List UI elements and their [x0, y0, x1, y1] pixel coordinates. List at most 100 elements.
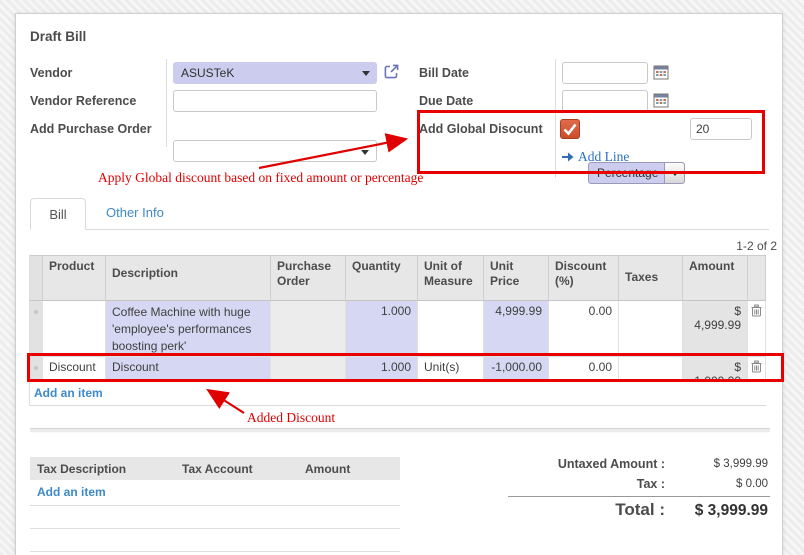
add-line-link[interactable]: Add Line	[562, 149, 629, 165]
tax-table-header-row: Tax Description Tax Account Amount	[30, 457, 400, 480]
open-vendor-record-button[interactable]	[382, 62, 401, 84]
untaxed-amount-value: $ 3,999.99	[714, 458, 768, 470]
totals-divider	[508, 496, 770, 497]
bill-date-label: Bill Date	[419, 66, 469, 80]
global-discount-annotation: Apply Global discount based on fixed amo…	[98, 170, 423, 186]
header-unit-price: Unit Price	[484, 256, 549, 301]
cell-amount[interactable]: $ -1,000.00	[683, 357, 748, 382]
delete-line-button[interactable]	[748, 301, 766, 357]
add-an-item-link[interactable]: Add an item	[37, 485, 106, 499]
bill-add-item-row: Add an item	[30, 382, 766, 406]
arrow-right-icon	[562, 152, 574, 162]
discount-type-value: Percentage	[597, 166, 658, 180]
tab-other-info[interactable]: Other Info	[86, 197, 184, 229]
draft-bill-page: Draft Bill Vendor Vendor Reference Add P…	[0, 0, 804, 555]
vendor-select-value: ASUSTeK	[181, 66, 234, 80]
cell-unit-price[interactable]: -1,000.00	[484, 357, 549, 382]
calendar-icon	[653, 64, 669, 80]
form-separator-right	[555, 59, 556, 178]
header-unit-of-measure: Unit of Measure	[418, 256, 484, 301]
header-delete-cell	[748, 256, 766, 301]
checkbox-check-icon	[561, 120, 579, 138]
row-handle[interactable]	[30, 301, 43, 357]
list-pager[interactable]: 1-2 of 2	[736, 239, 777, 253]
header-quantity: Quantity	[346, 256, 418, 301]
tax-empty-row	[30, 506, 400, 529]
add-line-label: Add Line	[578, 149, 629, 165]
cell-unit-of-measure[interactable]: Unit(s)	[418, 357, 484, 382]
cell-product[interactable]	[43, 301, 106, 357]
chevron-down-icon	[362, 71, 370, 76]
header-handle-cell	[30, 256, 43, 301]
trash-icon	[751, 304, 762, 317]
row-handle-icon	[34, 310, 38, 314]
cell-quantity[interactable]: 1.000	[346, 357, 418, 382]
tax-total-value: $ 0.00	[736, 478, 768, 490]
cell-taxes[interactable]	[619, 301, 683, 357]
total-value: $ 3,999.99	[695, 502, 768, 520]
header-discount: Discount (%)	[549, 256, 619, 301]
header-purchase-order: Purchase Order	[271, 256, 346, 301]
calendar-icon	[653, 92, 669, 108]
section-separator	[30, 428, 770, 433]
cell-discount[interactable]: 0.00	[549, 301, 619, 357]
header-tax-description: Tax Description	[30, 462, 175, 476]
cell-quantity[interactable]: 1.000	[346, 301, 418, 357]
vendor-reference-label: Vendor Reference	[30, 94, 136, 108]
add-purchase-order-select[interactable]	[173, 140, 377, 162]
header-tax-amount: Amount	[298, 462, 400, 476]
global-discount-checkbox[interactable]	[560, 119, 580, 139]
tax-add-item-row: Add an item	[30, 480, 400, 506]
row-handle-icon	[34, 366, 38, 370]
chevron-down-icon	[671, 171, 679, 176]
due-date-label: Due Date	[419, 94, 473, 108]
tax-total-label: Tax :	[637, 477, 665, 491]
untaxed-amount-label: Untaxed Amount :	[558, 457, 665, 471]
total-label: Total :	[615, 500, 665, 520]
added-discount-annotation: Added Discount	[247, 410, 335, 426]
delete-line-button[interactable]	[748, 357, 766, 382]
cell-discount[interactable]: 0.00	[549, 357, 619, 382]
tax-lines-table: Tax Description Tax Account Amount Add a…	[30, 457, 400, 552]
tab-bill[interactable]: Bill	[30, 198, 86, 230]
vendor-reference-input[interactable]	[173, 90, 377, 112]
page-title: Draft Bill	[30, 29, 86, 44]
cell-purchase-order[interactable]	[271, 301, 346, 357]
cell-unit-price[interactable]: 4,999.99	[484, 301, 549, 357]
add-purchase-order-label: Add Purchase Order	[30, 122, 152, 136]
header-amount: Amount	[683, 256, 748, 301]
vendor-select[interactable]: ASUSTeK	[173, 62, 377, 84]
header-tax-account: Tax Account	[175, 462, 298, 476]
vendor-label: Vendor	[30, 66, 72, 80]
cell-description[interactable]: Discount	[106, 357, 271, 382]
tax-empty-row	[30, 529, 400, 552]
discount-amount-input[interactable]	[690, 118, 752, 140]
form-separator-left	[166, 59, 167, 147]
cell-product[interactable]: Discount	[43, 357, 106, 382]
add-global-discount-label: Add Global Disocunt	[419, 122, 543, 136]
select-dropdown-button	[664, 163, 684, 183]
bill-date-input[interactable]	[562, 62, 648, 84]
header-description: Description	[106, 256, 271, 301]
cell-purchase-order[interactable]	[271, 357, 346, 382]
cell-unit-of-measure[interactable]	[418, 301, 484, 357]
discount-type-select[interactable]: Percentage	[588, 162, 685, 184]
trash-icon	[751, 360, 762, 373]
add-an-item-link[interactable]: Add an item	[34, 386, 103, 400]
tab-bill-label: Bill	[49, 207, 66, 222]
cell-description[interactable]: Coffee Machine with huge 'employee's per…	[106, 301, 271, 357]
table-header-row: Product Description Purchase Order Quant…	[30, 256, 766, 301]
row-handle[interactable]	[30, 357, 43, 382]
header-taxes: Taxes	[619, 256, 683, 301]
chevron-down-icon	[361, 150, 369, 155]
cell-amount[interactable]: $ 4,999.99	[683, 301, 748, 357]
tab-other-info-label: Other Info	[106, 205, 164, 220]
table-row-discount: Discount Discount 1.000 Unit(s) -1,000.0…	[30, 357, 766, 382]
table-row-coffee-machine: Coffee Machine with huge 'employee's per…	[30, 301, 766, 357]
cell-taxes[interactable]	[619, 357, 683, 382]
due-date-input[interactable]	[562, 90, 648, 112]
bill-lines-table: Product Description Purchase Order Quant…	[29, 255, 766, 406]
external-link-icon	[382, 62, 401, 81]
bill-date-picker-button[interactable]	[653, 64, 669, 83]
due-date-picker-button[interactable]	[653, 92, 669, 111]
